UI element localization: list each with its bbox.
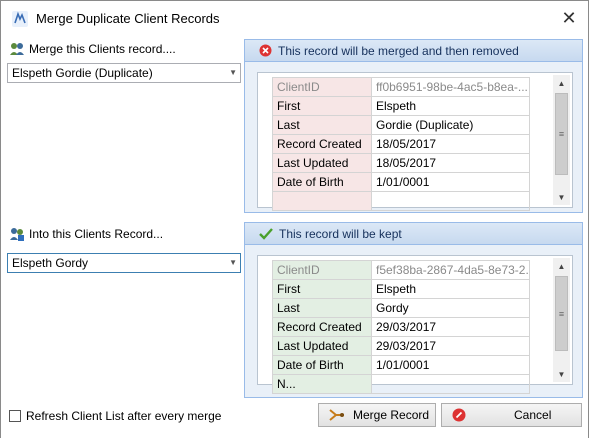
field-name-cell: Record Created [272,134,372,154]
dialog-content: Merge this Clients record.... Elspeth Go… [1,37,588,438]
field-value-cell[interactable]: 1/01/0001 [371,172,530,192]
remove-panel-header: This record will be merged and then remo… [245,40,582,62]
checkbox-box[interactable] [9,410,21,422]
field-value-cell[interactable]: Elspeth [371,96,530,116]
merge-target-label: Into this Clients Record... [9,226,163,242]
field-value-cell[interactable]: Gordie (Duplicate) [371,115,530,135]
field-name-cell: Record Created [272,317,372,337]
field-name-cell [272,191,372,211]
close-button[interactable]: ✕ [554,5,584,31]
field-name-cell: First [272,279,372,299]
field-value-cell[interactable]: Gordy [371,298,530,318]
remove-record-table: ClientID ff0b6951-98be-4ac5-b8ea-... First… [272,77,530,211]
field-name-cell: Last Updated [272,336,372,356]
title-bar: Merge Duplicate Client Records ✕ [1,1,588,37]
keep-grid-scrollbar[interactable]: ▲ ≡ ▼ [553,258,570,382]
field-value-cell[interactable]: 18/05/2017 [371,153,530,173]
table-row[interactable]: N... [272,374,530,394]
field-name-cell: Last Updated [272,153,372,173]
table-row[interactable]: Last Gordie (Duplicate) [272,115,530,135]
field-value-cell[interactable]: Elspeth [371,279,530,299]
table-row[interactable]: Last Updated 18/05/2017 [272,153,530,173]
table-row[interactable]: Date of Birth 1/01/0001 [272,172,530,192]
keep-record-panel: This record will be kept ClientID f5ef38b… [244,222,583,398]
field-value-cell[interactable]: 1/01/0001 [371,355,530,375]
dropdown-arrow-icon[interactable]: ▼ [229,256,237,270]
scroll-thumb[interactable]: ≡ [555,276,568,351]
scroll-down-icon[interactable]: ▼ [553,366,570,382]
merge-record-button[interactable]: Merge Record [318,403,436,427]
field-name-cell: Last [272,298,372,318]
merge-source-label: Merge this Clients record.... [9,41,176,57]
cancel-button[interactable]: Cancel [441,403,582,427]
users-target-icon [10,228,24,241]
field-value-cell[interactable]: 18/05/2017 [371,134,530,154]
window-title: Merge Duplicate Client Records [36,11,220,26]
field-value-cell[interactable] [371,191,530,211]
merge-icon [329,409,344,421]
field-value-cell[interactable]: ff0b6951-98be-4ac5-b8ea-... [371,77,530,97]
scroll-thumb[interactable]: ≡ [555,93,568,175]
merge-target-select[interactable]: Elspeth Gordy ▼ [7,253,241,273]
checkmark-icon [259,228,273,240]
field-name-cell: Date of Birth [272,355,372,375]
bottom-bar: Refresh Client List after every merge Me… [1,403,588,438]
scroll-up-icon[interactable]: ▲ [553,75,570,91]
field-name-cell: ClientID [272,77,372,97]
field-value-cell[interactable] [371,374,530,394]
field-name-cell: Last [272,115,372,135]
remove-grid-scrollbar[interactable]: ▲ ≡ ▼ [553,75,570,205]
remove-record-grid: ClientID ff0b6951-98be-4ac5-b8ea-... First… [257,72,573,211]
cancel-icon [452,408,466,422]
app-logo-icon [12,11,28,27]
keep-record-table: ClientID f5ef38ba-2867-4da5-8e73-2... Firs… [272,260,530,394]
dropdown-arrow-icon[interactable]: ▼ [229,66,237,80]
field-value-cell[interactable]: f5ef38ba-2867-4da5-8e73-2... [371,260,530,280]
table-row[interactable] [272,191,530,211]
table-row[interactable]: Record Created 29/03/2017 [272,317,530,337]
keep-record-grid: ClientID f5ef38ba-2867-4da5-8e73-2... Firs… [257,255,573,394]
field-name-cell: First [272,96,372,116]
table-row[interactable]: Record Created 18/05/2017 [272,134,530,154]
merge-source-select[interactable]: Elspeth Gordie (Duplicate) ▼ [7,63,241,83]
close-icon: ✕ [561,7,577,28]
field-name-cell: N... [272,374,372,394]
table-row[interactable]: ClientID f5ef38ba-2867-4da5-8e73-2... [272,260,530,280]
field-name-cell: ClientID [272,260,372,280]
remove-record-panel: This record will be merged and then remo… [244,39,583,213]
table-row[interactable]: First Elspeth [272,96,530,116]
table-row[interactable]: ClientID ff0b6951-98be-4ac5-b8ea-... [272,77,530,97]
field-value-cell[interactable]: 29/03/2017 [371,317,530,337]
table-row[interactable]: Last Gordy [272,298,530,318]
scroll-up-icon[interactable]: ▲ [553,258,570,274]
table-row[interactable]: Last Updated 29/03/2017 [272,336,530,356]
scroll-down-icon[interactable]: ▼ [553,189,570,205]
table-row[interactable]: Date of Birth 1/01/0001 [272,355,530,375]
table-row[interactable]: First Elspeth [272,279,530,299]
remove-icon [259,44,272,57]
merge-dialog: Merge Duplicate Client Records ✕ Merge t… [0,0,589,438]
field-value-cell[interactable]: 29/03/2017 [371,336,530,356]
users-merge-icon [10,43,24,55]
field-name-cell: Date of Birth [272,172,372,192]
refresh-checkbox[interactable]: Refresh Client List after every merge [9,409,221,423]
keep-panel-header: This record will be kept [245,223,582,245]
